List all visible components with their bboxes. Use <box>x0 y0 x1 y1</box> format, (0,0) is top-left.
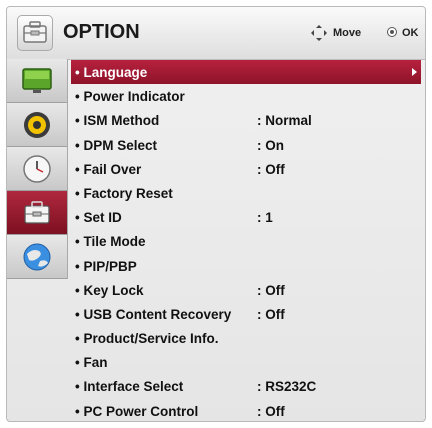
menu-item-value: : RS232C <box>257 379 317 395</box>
menu-item-label: • Product/Service Info. <box>75 331 219 347</box>
menu-item-label: • Fan <box>75 355 108 371</box>
category-time[interactable] <box>7 147 67 191</box>
menu-item-value: : On <box>257 137 284 153</box>
option-list: • Language • Power Indicator • ISM Method:… <box>71 60 421 421</box>
submenu-arrow-icon <box>412 68 417 76</box>
menu-item[interactable]: • PC Power Control : Off <box>71 399 421 421</box>
menu-item-value: : Off <box>257 306 285 322</box>
menu-item-label: • Language <box>75 65 148 80</box>
speaker-icon <box>24 112 50 138</box>
menu-item-label: • Fail Over <box>75 161 142 177</box>
category-audio[interactable] <box>7 103 67 147</box>
category-network[interactable] <box>7 235 67 279</box>
globe-icon <box>23 243 51 271</box>
menu-item-label: • USB Content Recovery <box>75 306 232 322</box>
menu-title: OPTION <box>63 21 140 43</box>
toolbox-icon <box>24 201 50 224</box>
ok-button-icon <box>387 27 397 37</box>
menu-item-label: • Set ID <box>75 210 122 226</box>
category-picture[interactable] <box>7 59 67 103</box>
category-sidebar <box>7 59 68 279</box>
menu-item[interactable]: • Product/Service Info. <box>71 326 421 350</box>
menu-item[interactable]: • Fan <box>71 350 421 374</box>
option-menu-panel: OPTION Move OK • Language • Power Indica… <box>6 6 426 422</box>
menu-item-value: : Off <box>257 282 285 298</box>
menu-item[interactable]: • Set ID : 1 <box>71 205 421 229</box>
menu-header: OPTION Move OK <box>7 7 425 60</box>
menu-item[interactable]: • Power Indicator <box>71 84 421 108</box>
menu-item[interactable]: • Key Lock : Off <box>71 278 421 302</box>
toolbox-icon <box>17 15 53 51</box>
menu-item-label: • PIP/PBP <box>75 258 137 274</box>
ok-hint-label: OK <box>402 27 419 39</box>
menu-item[interactable]: • Fail Over : Off <box>71 157 421 181</box>
menu-item[interactable]: • Tile Mode <box>71 229 421 253</box>
menu-item[interactable]: • PIP/PBP <box>71 254 421 278</box>
move-arrows-icon <box>311 25 327 41</box>
menu-item[interactable]: • Factory Reset <box>71 181 421 205</box>
menu-item-value: : Normal <box>257 113 312 129</box>
menu-item[interactable]: • USB Content Recovery : Off <box>71 302 421 326</box>
menu-item-label: • Factory Reset <box>75 185 173 201</box>
menu-item-label: • ISM Method <box>75 113 160 129</box>
menu-item-label: • Key Lock <box>75 282 144 298</box>
menu-item-label: • PC Power Control <box>75 403 199 419</box>
menu-item-label: • Interface Select <box>75 379 184 395</box>
menu-item[interactable]: • Language <box>71 60 421 85</box>
menu-item-value: : Off <box>257 403 285 419</box>
menu-item-label: • Tile Mode <box>75 234 146 250</box>
move-hint-label: Move <box>333 27 362 39</box>
menu-item[interactable]: • ISM Method : Normal <box>71 108 421 132</box>
menu-item[interactable]: • DPM Select : On <box>71 133 421 157</box>
tv-screen-icon <box>22 68 52 93</box>
menu-item-value: : 1 <box>257 210 273 226</box>
category-option[interactable] <box>7 191 67 235</box>
clock-icon <box>23 155 51 183</box>
menu-item[interactable]: • Interface Select : RS232C <box>71 374 421 398</box>
menu-item-label: • DPM Select <box>75 137 158 153</box>
menu-item-value: : Off <box>257 161 285 177</box>
menu-item-label: • Power Indicator <box>75 89 185 105</box>
